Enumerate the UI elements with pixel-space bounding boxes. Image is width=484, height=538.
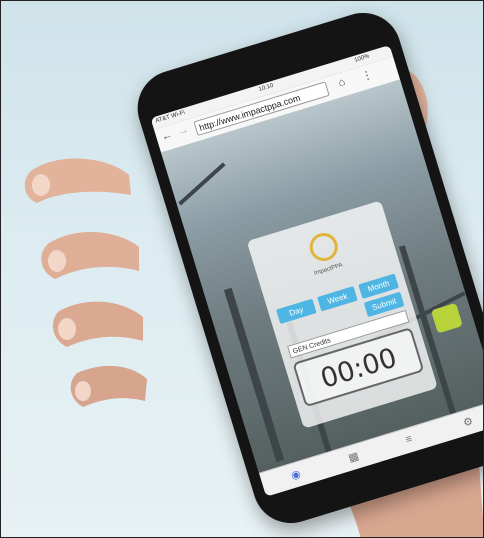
clock-text: 10:10 bbox=[258, 82, 275, 93]
timer-card: ImpactPPA Day Week Month Submit GEN Cred… bbox=[246, 200, 438, 429]
background: AT&T Wi-Fi 10:10 100% ← → http://www.imp… bbox=[1, 1, 483, 537]
day-button[interactable]: Day bbox=[275, 298, 317, 325]
compass-icon[interactable]: ◉ bbox=[289, 467, 303, 482]
list-icon[interactable]: ≡ bbox=[404, 433, 414, 446]
arrow-left-icon[interactable]: ← bbox=[160, 129, 174, 144]
book-icon[interactable]: ▦ bbox=[347, 449, 360, 465]
week-button[interactable]: Week bbox=[317, 286, 358, 312]
kebab-menu-icon[interactable]: ⋮ bbox=[360, 68, 374, 84]
logo-sun-icon bbox=[306, 229, 342, 265]
scaffold-beam bbox=[178, 162, 226, 206]
gear-icon[interactable]: ⚙ bbox=[461, 414, 475, 429]
home-icon[interactable]: ⌂ bbox=[337, 76, 347, 89]
battery-text: 100% bbox=[353, 53, 371, 64]
hand-fingers bbox=[24, 158, 147, 407]
photo-frame: AT&T Wi-Fi 10:10 100% ← → http://www.imp… bbox=[0, 0, 484, 538]
arrow-right-icon[interactable]: → bbox=[176, 124, 190, 139]
